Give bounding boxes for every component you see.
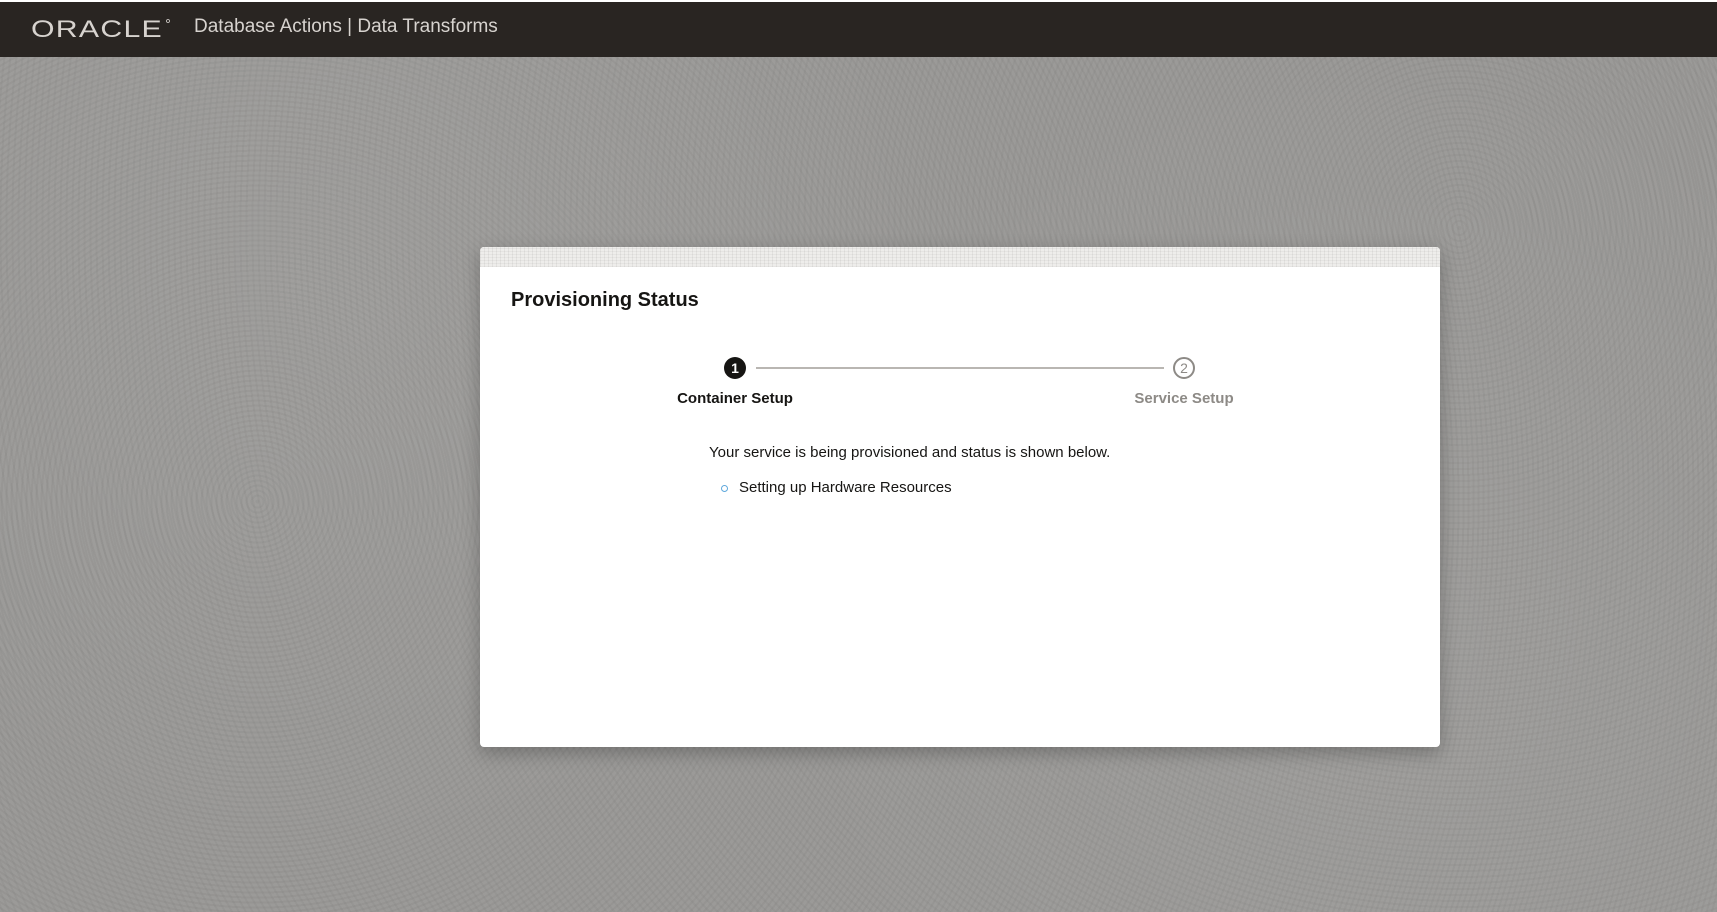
app-title: Database Actions | Data Transforms	[194, 16, 498, 37]
oracle-logo: ORACLE	[31, 16, 170, 40]
step-2-indicator: 2	[1173, 357, 1195, 379]
step-2-label: Service Setup	[1134, 390, 1234, 407]
step-connector	[756, 367, 1164, 369]
step-1-indicator: 1	[724, 357, 746, 379]
status-item-text: Setting up Hardware Resources	[739, 479, 952, 496]
step-1-label: Container Setup	[677, 390, 793, 407]
progress-stepper: 1 2 Container Setup Service Setup	[480, 247, 1440, 407]
header-bar: ORACLE Database Actions | Data Transform…	[0, 0, 1717, 57]
status-message: Your service is being provisioned and st…	[709, 444, 1111, 461]
status-bullet-icon	[721, 485, 728, 492]
provisioning-dialog: Provisioning Status 1 2 Container Setup …	[480, 247, 1440, 747]
svg-text:ORACLE: ORACLE	[31, 16, 163, 40]
